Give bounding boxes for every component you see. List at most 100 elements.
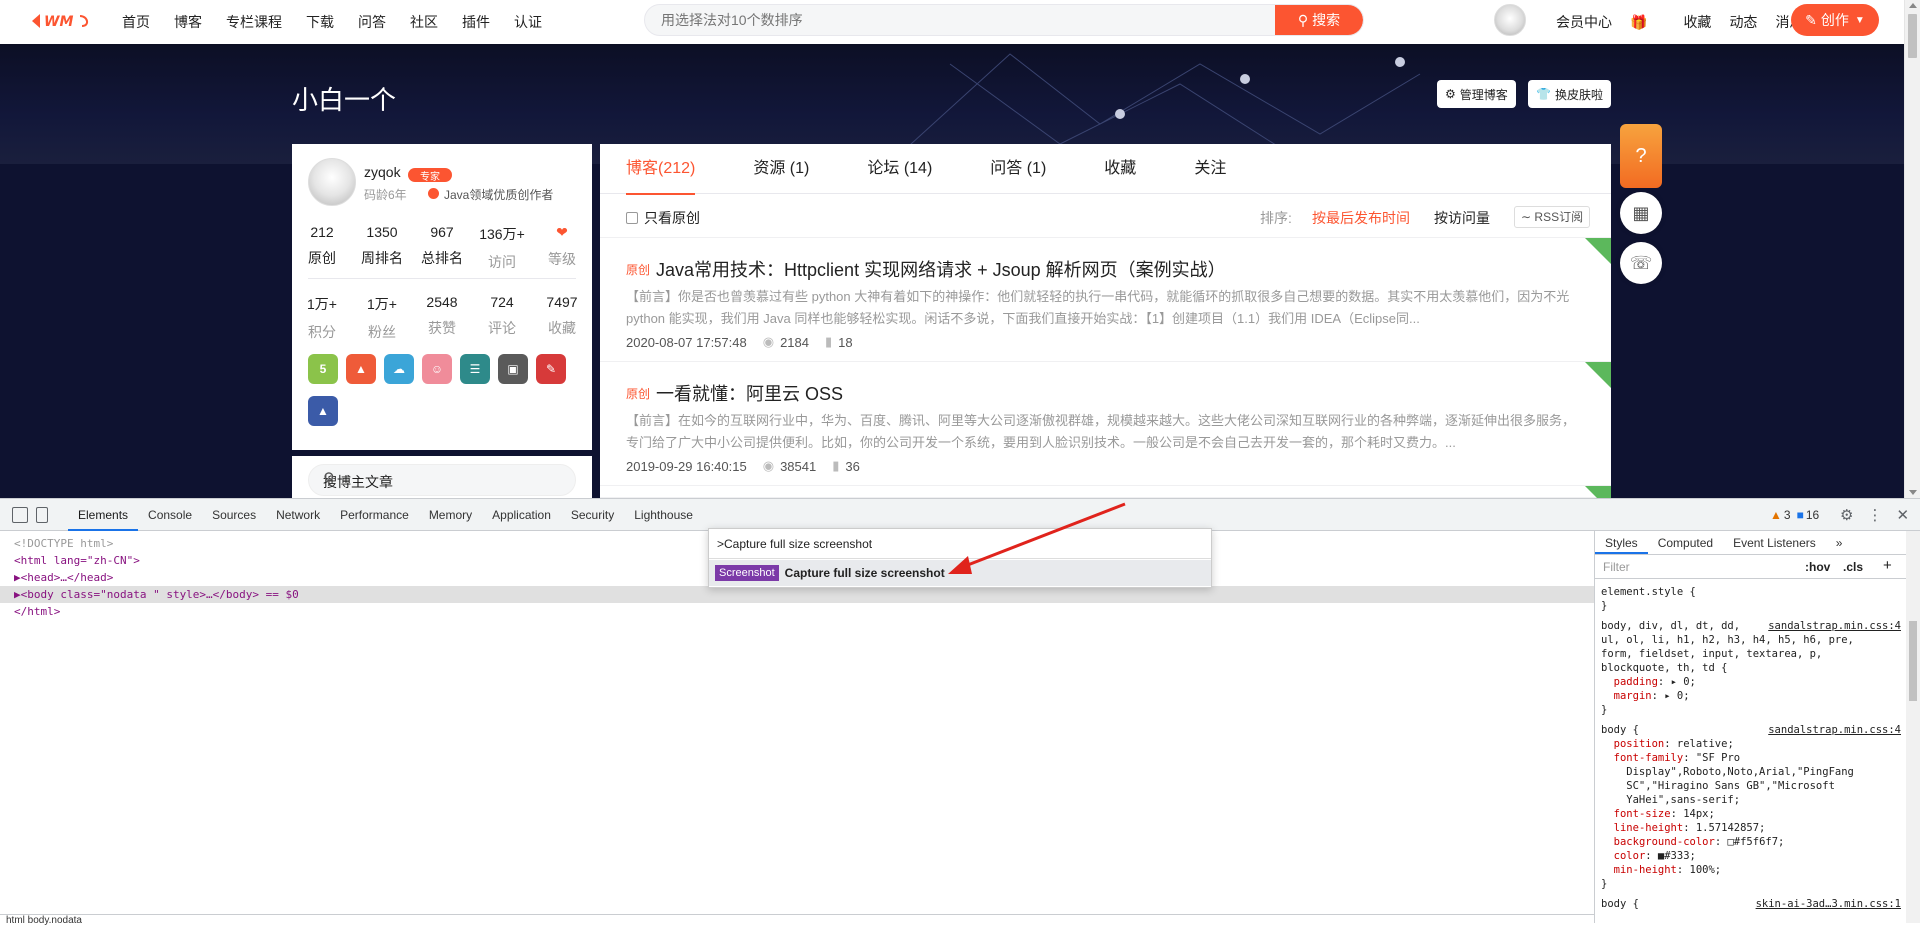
stat-original[interactable]: 212 原创	[292, 224, 352, 272]
promo-gift-icon[interactable]: ?	[1620, 124, 1662, 188]
tab-styles[interactable]: Styles	[1595, 531, 1648, 554]
sort-latest-button[interactable]: 按最后发布时间	[1312, 208, 1410, 228]
style-rule[interactable]: element.style {}	[1601, 585, 1901, 613]
activity-link[interactable]: 动态	[1729, 12, 1757, 32]
create-button[interactable]: ✎ 创作 ▼	[1791, 4, 1879, 36]
rss-button[interactable]: ∼ RSS订阅	[1514, 206, 1591, 228]
style-rule[interactable]: skin-ai-3ad…3.min.css:1 body {	[1601, 897, 1901, 911]
add-rule-icon[interactable]: +	[1883, 557, 1892, 574]
nav-plugins[interactable]: 插件	[462, 12, 490, 32]
stat-weekly-rank[interactable]: 1350 周排名	[352, 224, 412, 272]
stat-value: 1万+	[367, 296, 397, 312]
badge-list-icon[interactable]: ☰	[460, 354, 490, 384]
badge-rocket-icon[interactable]: ▲	[308, 396, 338, 426]
article-item[interactable]	[600, 486, 1611, 498]
tab-security[interactable]: Security	[561, 499, 624, 531]
stat-comments: 724 评论	[472, 294, 532, 342]
scroll-down-arrow-icon[interactable]	[1909, 490, 1917, 495]
command-input[interactable]: >Capture full size screenshot	[709, 529, 1211, 559]
stat-fans[interactable]: 1万+ 粉丝	[352, 294, 412, 342]
tab-performance[interactable]: Performance	[330, 499, 419, 531]
nav-qa[interactable]: 问答	[358, 12, 386, 32]
scroll-up-arrow-icon[interactable]	[1909, 3, 1917, 8]
tab-blog[interactable]: 博客(212)	[626, 144, 696, 195]
customer-service-icon[interactable]: ☏	[1620, 242, 1662, 284]
change-skin-button[interactable]: 👕 换皮肤啦	[1528, 80, 1611, 108]
tab-network[interactable]: Network	[266, 499, 330, 531]
dom-head[interactable]: ▶<head>…</head>	[14, 569, 113, 586]
dom-html-close[interactable]: </html>	[14, 603, 60, 620]
site-search: ⚲ 搜索	[644, 4, 1364, 36]
tab-console[interactable]: Console	[138, 499, 202, 531]
article-item[interactable]: 原创 一看就懂：阿里云 OSS 【前言】在如今的互联网行业中，华为、百度、腾讯、阿…	[600, 362, 1611, 486]
nav-home[interactable]: 首页	[122, 12, 150, 32]
member-center-link[interactable]: 会员中心 🎁	[1556, 12, 1665, 32]
more-tabs-icon[interactable]: »	[1826, 531, 1853, 554]
badge-column-icon[interactable]: ▣	[498, 354, 528, 384]
tab-computed[interactable]: Computed	[1648, 531, 1723, 554]
dom-doctype[interactable]: <!DOCTYPE html>	[14, 535, 113, 552]
tab-elements[interactable]: Elements	[68, 499, 139, 531]
badge-rising-star-icon[interactable]: ▲	[346, 354, 376, 384]
stat-total-rank[interactable]: 967 总排名	[412, 224, 472, 272]
blogger-search-input[interactable]: 搜博主文章 ⚲	[308, 464, 576, 496]
device-toolbar-icon[interactable]	[36, 507, 48, 523]
issue-counters[interactable]: ▲ 3 ■ 16	[1770, 499, 1819, 531]
profile-avatar[interactable]	[308, 158, 356, 206]
class-toggle[interactable]: .cls	[1843, 560, 1863, 574]
tab-application[interactable]: Application	[482, 499, 561, 531]
nav-community[interactable]: 社区	[410, 12, 438, 32]
style-rule[interactable]: sandalstrap.min.css:4 body, div, dl, dt, …	[1601, 619, 1901, 717]
gear-icon[interactable]: ⚙	[1840, 506, 1853, 524]
close-icon[interactable]: ✕	[1896, 506, 1909, 524]
article-title[interactable]: 原创 一看就懂：阿里云 OSS	[626, 380, 843, 406]
tab-event-listeners[interactable]: Event Listeners	[1723, 531, 1826, 554]
scrollbar-thumb[interactable]	[1908, 14, 1917, 58]
style-rule[interactable]: sandalstrap.min.css:4 body { position: re…	[1601, 723, 1901, 891]
tab-sources[interactable]: Sources	[202, 499, 266, 531]
eye-icon: ◉	[762, 458, 775, 473]
badge-pen-icon[interactable]: ✎	[536, 354, 566, 384]
favorites-link[interactable]: 收藏	[1683, 12, 1711, 32]
badge-5-years-icon[interactable]: 5	[308, 354, 338, 384]
nav-download[interactable]: 下载	[306, 12, 334, 32]
breadcrumb-path[interactable]: html body.nodata	[6, 915, 82, 926]
article-item[interactable]: 原创 Java常用技术：Httpclient 实现网络请求 + Jsoup 解析网…	[600, 238, 1611, 362]
article-title[interactable]: 原创 Java常用技术：Httpclient 实现网络请求 + Jsoup 解析网…	[626, 256, 1226, 282]
search-icon[interactable]: ⚲	[323, 469, 563, 489]
tab-memory[interactable]: Memory	[419, 499, 482, 531]
scrollbar-thumb[interactable]	[1909, 621, 1917, 701]
styles-filter-input[interactable]: Filter	[1603, 560, 1630, 574]
badge-mascot-icon[interactable]: ☺	[422, 354, 452, 384]
badge-cloud-icon[interactable]: ☁	[384, 354, 414, 384]
page-scrollbar[interactable]	[1904, 0, 1920, 498]
only-original-checkbox[interactable]: 只看原创	[626, 208, 700, 228]
nav-blog[interactable]: 博客	[174, 12, 202, 32]
stats-row-1: 212 原创 1350 周排名 967 总排名 136万+ 访问 ❤ 等级	[292, 224, 592, 272]
qrcode-icon[interactable]: ▦	[1620, 192, 1662, 234]
manage-blog-button[interactable]: ⚙ 管理博客	[1437, 80, 1516, 108]
tab-lighthouse[interactable]: Lighthouse	[624, 499, 703, 531]
dom-body-selected[interactable]: ▶<body class="nodata " style>…</body> ==…	[0, 586, 1594, 603]
tab-qa[interactable]: 问答 (1)	[990, 144, 1046, 194]
user-avatar[interactable]	[1494, 4, 1526, 36]
sort-views-button[interactable]: 按访问量	[1434, 208, 1490, 228]
command-suggestion[interactable]: Screenshot Capture full size screenshot	[709, 560, 1211, 586]
tab-forum[interactable]: 论坛 (14)	[867, 144, 932, 194]
inspect-element-icon[interactable]	[12, 507, 28, 523]
dom-html-open[interactable]: <html lang="zh-CN">	[14, 552, 140, 569]
nav-certification[interactable]: 认证	[514, 12, 542, 32]
stat-level[interactable]: ❤ 等级	[532, 224, 592, 272]
search-input[interactable]	[645, 5, 1265, 35]
more-options-icon[interactable]: ⋮	[1867, 506, 1882, 524]
comment-icon: ▮	[832, 458, 840, 473]
csdn-logo[interactable]: WM	[30, 10, 94, 32]
nav-courses[interactable]: 专栏课程	[226, 12, 282, 32]
search-button[interactable]: ⚲ 搜索	[1275, 5, 1363, 35]
styles-scrollbar[interactable]	[1906, 531, 1920, 923]
hover-state-toggle[interactable]: :hov	[1805, 560, 1830, 574]
profile-name[interactable]: zyqok	[364, 164, 401, 180]
tab-resources[interactable]: 资源 (1)	[753, 144, 809, 194]
tab-favorites[interactable]: 收藏	[1104, 144, 1136, 194]
tab-following[interactable]: 关注	[1194, 144, 1226, 194]
